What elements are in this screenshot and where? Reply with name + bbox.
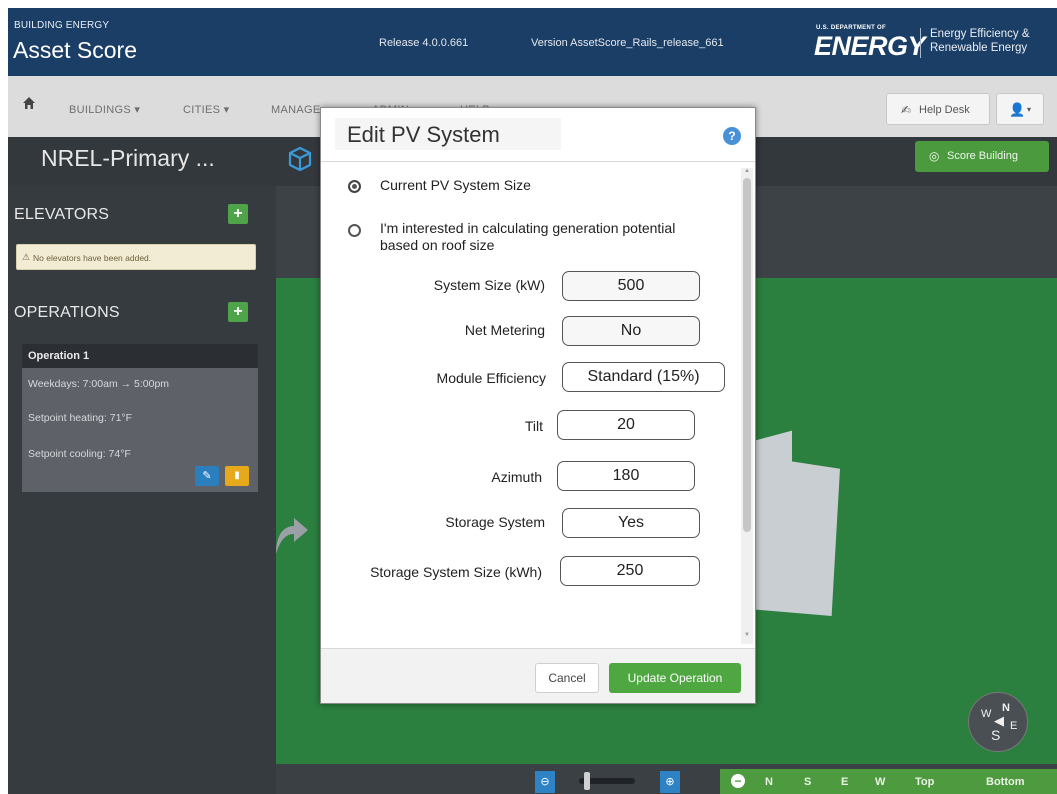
radio-roof-size[interactable] <box>348 224 361 237</box>
dialog-footer: Cancel Update Operation <box>321 648 755 703</box>
storage-size-field[interactable]: 250 <box>560 556 700 586</box>
tilt-label: Tilt <box>524 418 543 434</box>
doe-logo: U.S. DEPARTMENT OF ENERGY <box>814 22 926 64</box>
view-north-button[interactable]: N <box>765 776 773 788</box>
net-metering-label: Net Metering <box>464 322 545 338</box>
dialog-title: Edit PV System <box>347 122 500 147</box>
elevators-title: ELEVATORS <box>14 206 110 223</box>
dial-icon: ◎ <box>929 149 940 163</box>
compass-west: W <box>981 708 992 720</box>
help-desk-button[interactable]: ✍ Help Desk <box>886 93 990 125</box>
view-direction-buttons: − N S E W Top Bottom <box>720 769 1057 794</box>
edit-operation-button[interactable]: ✎ <box>195 466 219 486</box>
compass-control[interactable]: N W ◀ S E <box>968 692 1028 752</box>
delete-operation-button[interactable]: ▮ <box>225 466 249 486</box>
building-name: NREL-Primary ... <box>41 145 215 171</box>
view-west-button[interactable]: W <box>875 776 885 788</box>
dialog-title-box: Edit PV System <box>335 118 561 150</box>
pencil-icon: ✎ <box>202 470 212 482</box>
help-icon[interactable]: ? <box>723 127 741 145</box>
module-efficiency-label: Module Efficiency <box>436 370 546 386</box>
doe-logo-text: ENERGY <box>814 31 926 61</box>
view-east-button[interactable]: E <box>841 776 848 788</box>
module-efficiency-field[interactable]: Standard (15%) <box>562 362 725 392</box>
operation-heating: Setpoint heating: 71°F <box>28 412 133 424</box>
elevators-warning-text: No elevators have been added. <box>33 253 152 263</box>
storage-size-label: Storage System Size (kWh) <box>370 564 542 580</box>
view-bottom-button[interactable]: Bottom <box>986 776 1025 788</box>
help-desk-label: Help Desk <box>919 104 970 116</box>
storage-system-field[interactable]: Yes <box>562 508 700 538</box>
brand-subtitle: BUILDING ENERGY <box>14 20 110 31</box>
azimuth-field[interactable]: 180 <box>557 461 695 491</box>
operation-card[interactable]: Operation 1 Weekdays: 7:00am → 5:00pm Se… <box>22 344 258 492</box>
user-menu-button[interactable]: 👤 ▾ <box>996 93 1044 125</box>
system-size-label: System Size (kW) <box>433 277 545 293</box>
add-elevator-button[interactable]: + <box>228 204 248 224</box>
compass-south: S <box>991 727 1001 743</box>
scroll-down-icon[interactable]: ▼ <box>744 632 750 638</box>
operation-schedule: Weekdays: 7:00am → 5:00pm <box>28 378 170 390</box>
brand-title[interactable]: Asset Score <box>13 37 137 64</box>
trash-icon: ▮ <box>234 470 240 481</box>
release-label: Release 4.0.0.661 <box>379 37 469 49</box>
rotate-arrow-icon[interactable] <box>270 508 310 556</box>
reset-view-icon[interactable]: − <box>731 774 745 788</box>
building-roof <box>756 456 840 616</box>
compass-east: E <box>1010 720 1018 732</box>
user-icon: 👤 <box>1009 102 1026 117</box>
update-operation-button[interactable]: Update Operation <box>609 663 741 693</box>
edit-pv-system-dialog: Edit PV System ? Current PV System Size … <box>320 107 756 704</box>
radio-current-size-label: Current PV System Size <box>380 177 531 193</box>
megaphone-icon: ✍ <box>901 103 912 117</box>
tilt-field[interactable]: 20 <box>557 410 695 440</box>
eere-line-1: Energy Efficiency & <box>930 28 1030 40</box>
home-icon[interactable] <box>22 96 36 110</box>
score-building-button[interactable]: ◎ Score Building <box>915 141 1049 172</box>
logo-divider <box>920 28 921 58</box>
score-building-label: Score Building <box>947 150 1018 162</box>
operations-title: OPERATIONS <box>14 304 120 321</box>
storage-system-label: Storage System <box>445 514 545 530</box>
radio-current-size[interactable] <box>348 180 361 193</box>
top-header: BUILDING ENERGY Asset Score Release 4.0.… <box>8 8 1057 76</box>
view-south-button[interactable]: S <box>804 776 811 788</box>
magnifier-minus-icon: ⊖ <box>540 776 550 788</box>
add-operation-button[interactable]: + <box>228 302 248 322</box>
zoom-in-button[interactable]: ⊕ <box>660 771 680 793</box>
system-size-field[interactable]: 500 <box>562 271 700 301</box>
azimuth-label: Azimuth <box>491 469 542 485</box>
nav-buildings[interactable]: BUILDINGS ▾ <box>69 103 140 116</box>
warning-icon: ⚠ <box>22 252 31 262</box>
cube-icon[interactable] <box>287 146 313 172</box>
nav-cities[interactable]: CITIES ▾ <box>183 103 229 116</box>
version-label: Version AssetScore_Rails_release_661 <box>531 37 724 49</box>
scrollbar-thumb[interactable] <box>743 178 751 532</box>
eere-label: Energy Efficiency & Renewable Energy <box>930 27 1030 55</box>
dialog-divider <box>321 161 755 162</box>
net-metering-field[interactable]: No <box>562 316 700 346</box>
radio-roof-size-label: I'm interested in calculating generation… <box>380 220 676 253</box>
elevators-warning: ⚠ No elevators have been added. <box>16 244 256 270</box>
zoom-out-button[interactable]: ⊖ <box>535 771 555 793</box>
dialog-scrollbar[interactable]: ▲ ▼ <box>741 168 753 644</box>
magnifier-plus-icon: ⊕ <box>665 776 675 788</box>
view-top-button[interactable]: Top <box>915 776 934 788</box>
eere-line-2: Renewable Energy <box>930 42 1028 54</box>
scroll-up-icon[interactable]: ▲ <box>744 168 750 174</box>
chevron-down-icon: ▾ <box>1027 105 1032 114</box>
zoom-slider-handle[interactable] <box>584 772 590 790</box>
operation-header: Operation 1 <box>22 344 258 368</box>
cancel-button[interactable]: Cancel <box>535 663 599 693</box>
operation-cooling: Setpoint cooling: 74°F <box>28 448 131 460</box>
operation-name: Operation 1 <box>28 350 90 362</box>
